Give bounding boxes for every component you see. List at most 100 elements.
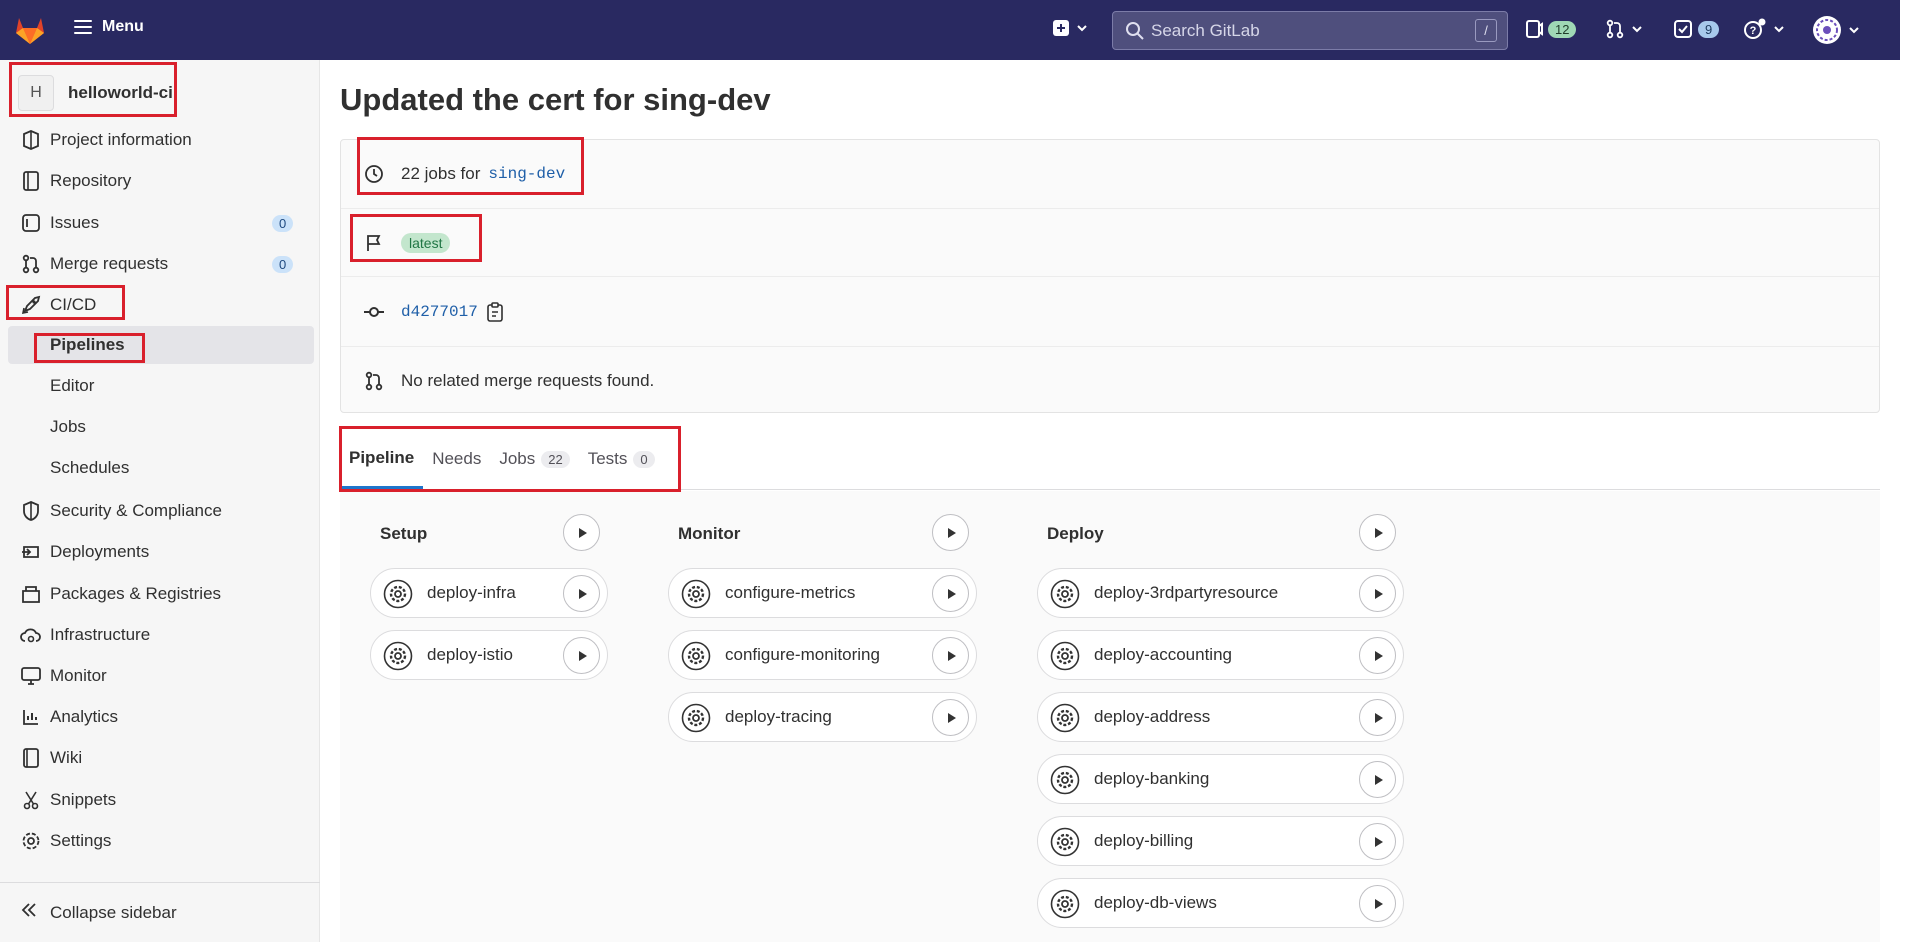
tab-needs[interactable]: Needs [423,429,490,489]
tests-count-badge: 0 [633,450,655,468]
shield-icon [20,500,42,522]
menu-button[interactable]: Menu [74,18,144,36]
stage-play-button[interactable] [932,514,969,551]
sidebar-item-label: Issues [50,213,100,232]
job-card[interactable]: deploy-istio [370,630,608,680]
book-icon [20,747,42,769]
job-card[interactable]: deploy-3rdpartyresource [1037,568,1404,618]
merge-requests-nav-dropdown[interactable] [1605,19,1644,39]
tab-tests[interactable]: Tests 0 [579,429,664,489]
sidebar-item-label: Repository [50,171,132,190]
tab-label: Tests [587,449,628,468]
job-play-button[interactable] [1359,637,1396,674]
job-card[interactable]: deploy-banking [1037,754,1404,804]
job-play-button[interactable] [1359,885,1396,922]
stage-play-button[interactable] [563,514,600,551]
tab-jobs[interactable]: Jobs 22 [490,429,578,489]
commit-row: d4277017 [341,276,1879,346]
sidebar-item-deployments[interactable]: Deployments [0,532,314,572]
job-name: deploy-tracing [725,707,832,726]
project-header[interactable]: H helloworld-ci [12,70,179,116]
sidebar-item-monitor[interactable]: Monitor [0,656,314,696]
sidebar-item-repository[interactable]: Repository [0,161,314,201]
job-card[interactable]: deploy-accounting [1037,630,1404,680]
sidebar-item-packages-registries[interactable]: Packages & Registries [0,574,314,614]
issues-count-badge: 0 [272,214,294,232]
rocket-icon [20,294,42,316]
job-play-button[interactable] [932,575,969,612]
pipeline-info-box: 22 jobs for sing-dev latest d4277017 No … [340,139,1880,413]
sidebar-item-security-compliance[interactable]: Security & Compliance [0,491,314,531]
main-content: Updated the cert for sing-dev 22 jobs fo… [321,60,1900,942]
collapse-sidebar-button[interactable]: Collapse sidebar [0,882,320,942]
sidebar-item-merge-requests[interactable]: Merge requests 0 [0,244,314,284]
sidebar-item-settings[interactable]: Settings [0,821,314,861]
issues-nav-button[interactable]: 12 [1525,19,1577,39]
stage-play-button[interactable] [1359,514,1396,551]
sidebar-item-issues[interactable]: Issues 0 [0,203,314,243]
sidebar-item-label: Settings [50,831,112,850]
job-card[interactable]: configure-monitoring [668,630,977,680]
search-shortcut-key: / [1475,19,1497,42]
tab-label: Jobs [499,449,536,468]
job-card[interactable]: deploy-tracing [668,692,977,742]
job-name: deploy-accounting [1094,645,1232,664]
no-merge-requests-text: No related merge requests found. [401,370,655,390]
job-play-button[interactable] [1359,823,1396,860]
sidebar-item-cicd[interactable]: CI/CD [0,285,314,325]
create-new-dropdown[interactable] [1052,19,1089,37]
menu-label: Menu [102,18,144,35]
job-status-icon [1050,703,1080,733]
sidebar-item-infrastructure[interactable]: Infrastructure [0,615,314,655]
sidebar-item-label: Deployments [50,542,150,561]
stage-title: Deploy [1047,524,1104,543]
tab-label: Pipeline [349,447,415,467]
copy-clipboard-icon[interactable] [486,301,504,322]
user-menu-dropdown[interactable] [1812,15,1861,45]
tab-pipeline[interactable]: Pipeline [340,429,424,489]
merge-requests-row: No related merge requests found. [341,346,1879,414]
branch-link[interactable]: sing-dev [488,165,565,183]
sidebar-subitem-schedules[interactable]: Schedules [8,449,314,487]
sidebar-item-analytics[interactable]: Analytics [0,697,314,737]
job-status-icon [1050,765,1080,795]
job-play-button[interactable] [932,637,969,674]
search-input[interactable]: Search GitLab / [1112,11,1508,50]
gitlab-logo-icon[interactable] [13,13,47,47]
job-card[interactable]: configure-metrics [668,568,977,618]
job-play-button[interactable] [932,699,969,736]
todos-nav-button[interactable]: 9 [1673,19,1720,39]
sidebar-item-wiki[interactable]: Wiki [0,738,314,778]
job-card[interactable]: deploy-billing [1037,816,1404,866]
job-status-icon [1050,889,1080,919]
job-card[interactable]: deploy-infra [370,568,608,618]
merge-request-icon [363,370,385,392]
hamburger-icon [74,20,92,34]
document-icon [20,170,42,192]
sidebar-item-snippets[interactable]: Snippets [0,780,314,820]
chevron-down-icon [1077,25,1087,32]
job-play-button[interactable] [1359,699,1396,736]
job-play-button[interactable] [563,575,600,612]
job-play-button[interactable] [1359,761,1396,798]
job-card[interactable]: deploy-address [1037,692,1404,742]
sidebar-item-label: Project information [50,130,192,149]
jobs-count-text: 22 jobs for [401,164,481,183]
snippet-icon [20,789,42,811]
sidebar-subitem-jobs[interactable]: Jobs [8,408,314,446]
job-play-button[interactable] [1359,575,1396,612]
job-card[interactable]: deploy-db-views [1037,878,1404,928]
job-status-icon [1050,641,1080,671]
stage-title: Monitor [678,524,741,543]
todo-checkbox-icon [1674,20,1692,38]
sidebar-subitem-editor[interactable]: Editor [8,367,314,405]
sidebar-subitem-pipelines[interactable]: Pipelines [8,326,314,364]
job-play-button[interactable] [563,637,600,674]
sidebar-item-project-information[interactable]: Project information [0,120,314,160]
clock-icon [363,163,385,185]
job-name: deploy-billing [1094,831,1194,850]
sidebar-item-label: CI/CD [50,295,97,314]
pipeline-graph: Setup deploy-infra deploy-istio Monitor conf… [340,491,1880,942]
commit-sha-link[interactable]: d4277017 [401,303,478,321]
help-dropdown[interactable]: ? [1743,18,1786,40]
